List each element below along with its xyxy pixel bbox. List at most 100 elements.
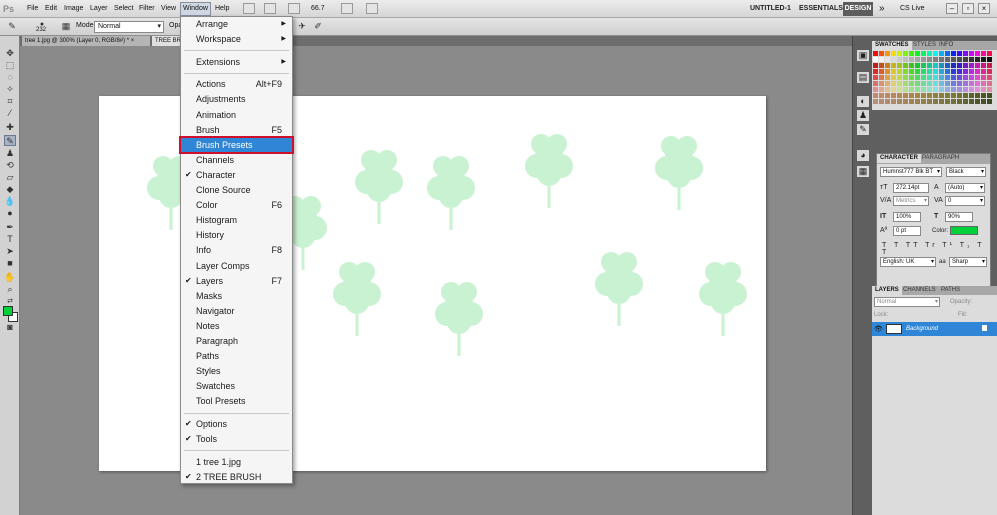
color-swatch[interactable] — [921, 99, 926, 104]
brush-tool-preset-icon[interactable]: ✎ — [6, 21, 18, 32]
dodge-tool-icon[interactable]: ● — [4, 208, 16, 219]
color-swatch[interactable] — [897, 51, 902, 56]
color-swatch[interactable] — [969, 99, 974, 104]
color-swatch[interactable] — [915, 87, 920, 92]
menu-edit[interactable]: Edit — [43, 3, 59, 15]
color-swatch[interactable] — [939, 69, 944, 74]
color-swatch[interactable] — [903, 69, 908, 74]
color-swatch[interactable] — [903, 99, 908, 104]
menu-item-info[interactable]: Info F8 — [181, 243, 292, 257]
quick-mask-icon[interactable]: ◙ — [4, 322, 16, 333]
color-swatch[interactable] — [975, 75, 980, 80]
color-swatch[interactable] — [915, 75, 920, 80]
color-swatch[interactable] — [933, 75, 938, 80]
color-swatch[interactable] — [957, 99, 962, 104]
color-swatch[interactable] — [957, 57, 962, 62]
color-swatch[interactable] — [927, 87, 932, 92]
minimize-icon[interactable]: – — [946, 3, 958, 14]
color-swatch[interactable] — [933, 51, 938, 56]
zoom-level[interactable]: 66.7 — [311, 3, 325, 15]
color-swatch[interactable] — [909, 57, 914, 62]
color-swatch[interactable] — [903, 57, 908, 62]
hand-tool-icon[interactable]: ✋ — [4, 272, 16, 283]
color-swatch[interactable] — [873, 99, 878, 104]
color-swatch[interactable] — [987, 51, 992, 56]
color-swatch[interactable] — [939, 99, 944, 104]
text-color-swatch[interactable] — [950, 226, 978, 235]
color-swatch[interactable] — [933, 57, 938, 62]
color-swatch[interactable] — [927, 93, 932, 98]
horizontal-scale-field[interactable]: 90% — [945, 212, 973, 222]
color-swatch[interactable] — [903, 75, 908, 80]
menu-item-actions[interactable]: Actions Alt+F9 — [181, 77, 292, 91]
color-swatch[interactable] — [885, 57, 890, 62]
menu-item-extensions[interactable]: Extensions ▶ — [181, 55, 292, 69]
color-swatch[interactable] — [975, 57, 980, 62]
arrange-documents-icon[interactable] — [341, 3, 353, 14]
airbrush-icon[interactable]: ✈ — [296, 21, 308, 32]
color-swatch[interactable] — [933, 93, 938, 98]
color-swatch[interactable] — [933, 87, 938, 92]
color-swatch[interactable] — [873, 57, 878, 62]
color-swatch[interactable] — [879, 51, 884, 56]
path-selection-tool-icon[interactable]: ➤ — [4, 246, 16, 257]
color-swatch[interactable] — [981, 69, 986, 74]
clone-source-panel-icon[interactable]: ♟ — [857, 110, 869, 121]
language-select[interactable]: English: UK ▾ — [880, 257, 936, 267]
color-swatch[interactable] — [933, 99, 938, 104]
tab-styles[interactable]: STYLES — [910, 41, 939, 50]
color-swatch[interactable] — [933, 81, 938, 86]
color-swatch[interactable] — [939, 81, 944, 86]
color-swatch[interactable] — [891, 63, 896, 68]
mini-bridge-icon[interactable] — [264, 3, 276, 14]
menu-select[interactable]: Select — [112, 3, 135, 15]
eye-icon[interactable]: 👁 — [874, 325, 883, 333]
marquee-tool-icon[interactable]: ⬚ — [4, 60, 16, 71]
pen-tool-icon[interactable]: ✒ — [4, 222, 16, 233]
color-swatch[interactable] — [873, 75, 878, 80]
menu-item-character[interactable]: ✔ Character — [181, 168, 292, 182]
color-swatch[interactable] — [945, 57, 950, 62]
color-swatch[interactable] — [921, 63, 926, 68]
color-swatch[interactable] — [963, 75, 968, 80]
color-swatch[interactable] — [951, 57, 956, 62]
color-swatch[interactable] — [957, 69, 962, 74]
menu-item-2-tree-brush[interactable]: ✔ 2 TREE BRUSH — [181, 470, 292, 484]
color-swatch[interactable] — [891, 57, 896, 62]
color-swatch[interactable] — [945, 81, 950, 86]
color-swatch[interactable] — [945, 75, 950, 80]
color-swatch[interactable] — [897, 93, 902, 98]
tab-layers[interactable]: LAYERS — [872, 286, 902, 295]
color-swatch[interactable] — [963, 81, 968, 86]
color-swatch[interactable] — [885, 87, 890, 92]
tab-character[interactable]: CHARACTER — [877, 154, 921, 163]
kerning-field[interactable]: Metrics ▾ — [893, 196, 929, 206]
color-swatch[interactable] — [969, 75, 974, 80]
color-swatch[interactable] — [909, 87, 914, 92]
color-swatch[interactable] — [921, 51, 926, 56]
menu-item-navigator[interactable]: Navigator — [181, 304, 292, 318]
color-swatch[interactable] — [915, 99, 920, 104]
color-swatch[interactable] — [897, 57, 902, 62]
clone-stamp-tool-icon[interactable]: ♟ — [4, 148, 16, 159]
color-swatch[interactable] — [939, 63, 944, 68]
tablet-pressure-icon[interactable]: ✐ — [312, 21, 324, 32]
color-swatch[interactable] — [897, 99, 902, 104]
tab-paths[interactable]: PATHS — [938, 286, 963, 295]
color-swatch[interactable] — [945, 99, 950, 104]
color-swatch[interactable] — [969, 87, 974, 92]
color-swatch[interactable] — [891, 87, 896, 92]
color-swatch[interactable] — [891, 75, 896, 80]
color-swatch[interactable] — [963, 63, 968, 68]
color-swatch[interactable] — [945, 63, 950, 68]
color-swatch[interactable] — [909, 63, 914, 68]
color-swatch[interactable] — [879, 81, 884, 86]
color-swatch[interactable] — [927, 57, 932, 62]
color-swatch[interactable] — [975, 51, 980, 56]
color-swatch[interactable] — [951, 51, 956, 56]
color-swatch[interactable] — [927, 99, 932, 104]
color-swatch[interactable] — [981, 51, 986, 56]
color-swatch[interactable] — [909, 81, 914, 86]
menu-item-color[interactable]: Color F6 — [181, 198, 292, 212]
color-swatch[interactable] — [879, 87, 884, 92]
